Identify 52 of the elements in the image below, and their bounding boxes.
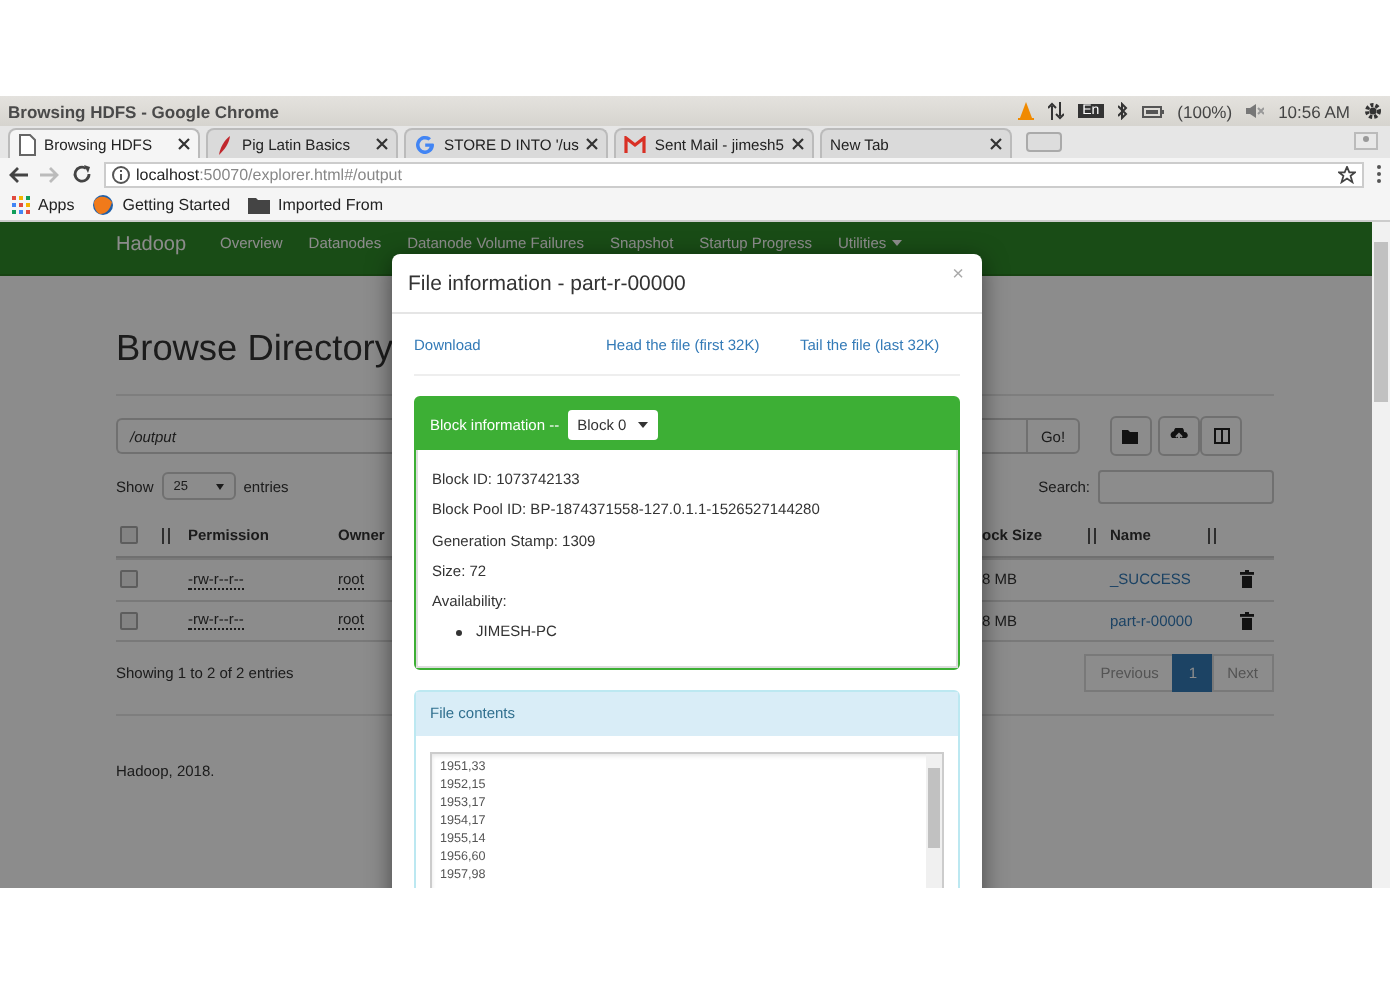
mail-icon [624, 135, 647, 153]
battery-level: (100%) [1177, 101, 1233, 121]
row-checkbox[interactable] [120, 570, 138, 589]
network-arrows-icon[interactable] [1048, 102, 1065, 120]
speaker-icon[interactable] [1246, 104, 1265, 118]
modal-title: File information - part-r-00000 [408, 271, 686, 295]
trash-icon[interactable] [1240, 570, 1254, 589]
scrollbar[interactable] [1372, 222, 1390, 888]
google-icon [414, 133, 436, 155]
folder-icon [248, 196, 271, 214]
globe-icon [92, 194, 115, 216]
close-icon[interactable] [792, 138, 804, 150]
search-field[interactable] [1098, 469, 1274, 503]
bookmark[interactable]: Getting Started [92, 194, 231, 216]
scrollbar[interactable] [926, 753, 942, 888]
caret-icon [892, 240, 903, 246]
cloud-upload-icon [1170, 428, 1188, 444]
bluetooth-icon[interactable] [1117, 102, 1128, 120]
columns-button[interactable] [1200, 416, 1242, 456]
menu-dots-icon[interactable] [1376, 164, 1382, 184]
info-icon[interactable] [112, 165, 130, 183]
columns-icon [1213, 428, 1229, 444]
close-icon[interactable] [376, 138, 388, 150]
close-icon[interactable] [178, 138, 190, 150]
bullet-icon [456, 629, 462, 636]
back-arrow-icon[interactable] [8, 165, 28, 183]
sort-icon[interactable] [1206, 527, 1218, 543]
close-icon[interactable] [586, 138, 599, 150]
caret-icon [638, 421, 649, 427]
window-title: Browsing HDFS - Google Chrome [8, 101, 282, 121]
folder-icon [1122, 429, 1140, 443]
row-checkbox[interactable] [120, 611, 138, 630]
sort-icon[interactable] [1086, 527, 1098, 543]
trash-icon[interactable] [1240, 611, 1254, 630]
brand-link[interactable]: Hadoop [116, 234, 187, 256]
select-all-checkbox[interactable] [120, 526, 138, 544]
clock[interactable]: 10:56 AM [1278, 101, 1350, 121]
battery-icon[interactable] [1141, 105, 1164, 117]
caret-icon [215, 483, 224, 489]
upload-button[interactable] [1158, 416, 1200, 456]
bookmark[interactable]: Apps [12, 196, 75, 214]
gear-icon[interactable] [1364, 102, 1382, 120]
bookmark[interactable]: Imported From [248, 196, 384, 214]
sort-icon[interactable] [160, 527, 172, 543]
apps-grid-icon [12, 196, 30, 214]
close-icon[interactable] [990, 138, 1002, 150]
page-heading: Browse Directory [116, 328, 393, 368]
feather-icon [216, 133, 234, 155]
new-folder-button[interactable] [1110, 416, 1152, 456]
star-icon[interactable] [1338, 165, 1356, 183]
reload-icon[interactable] [72, 164, 92, 184]
address-bar[interactable]: localhost:50070/explorer.html#/output [104, 161, 1364, 187]
